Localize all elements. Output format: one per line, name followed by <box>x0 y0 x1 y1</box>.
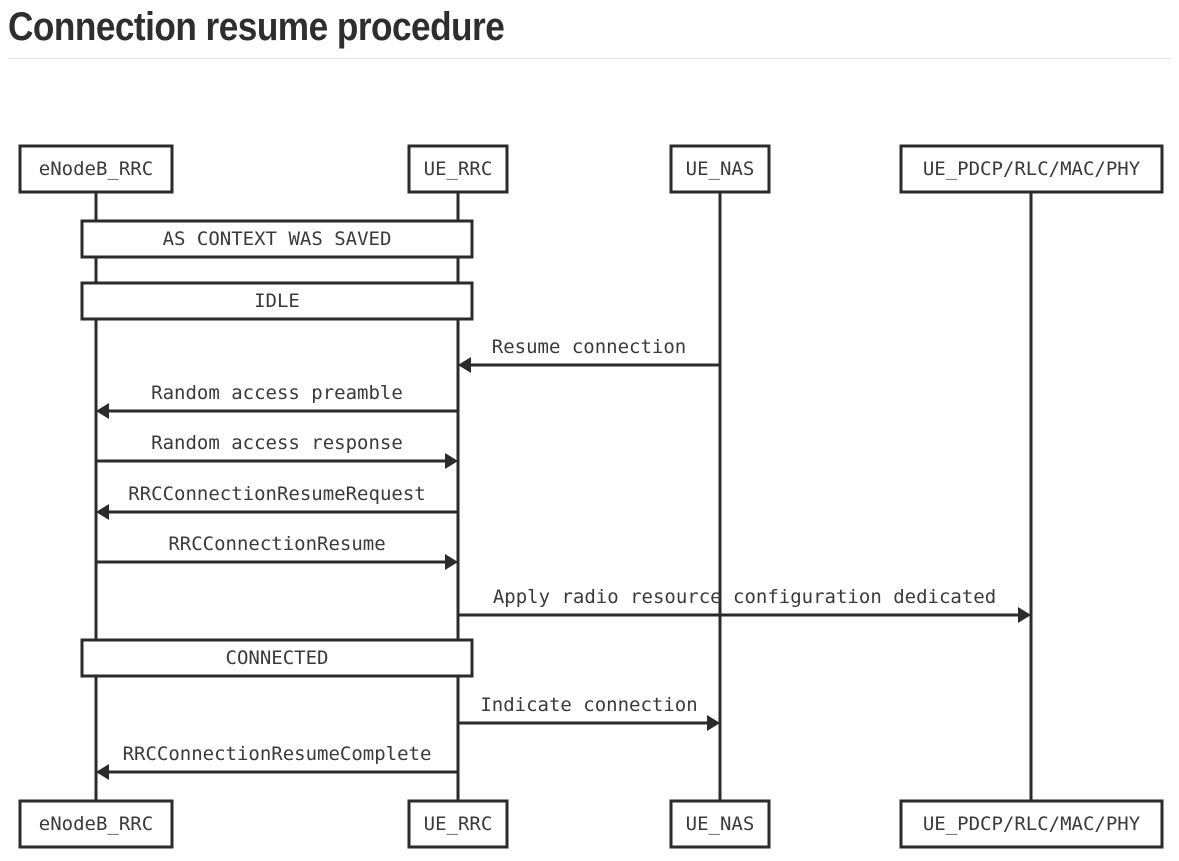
sequence-diagram: AS CONTEXT WAS SAVED IDLE CONNECTED Resume… <box>0 0 1179 861</box>
sequence-diagram-canvas: AS CONTEXT WAS SAVED IDLE CONNECTED Resume… <box>18 144 1164 849</box>
message-arrowhead <box>1018 607 1031 623</box>
message-arrowhead <box>445 554 458 570</box>
message-label: Apply radio resource configuration dedic… <box>493 586 996 608</box>
participant-label-uepdcp-bottom: UE_PDCP/RLC/MAC/PHY <box>923 813 1141 835</box>
message-label: Indicate connection <box>480 694 697 716</box>
state-box-label: CONNECTED <box>226 647 329 669</box>
message-label: RRCConnectionResume <box>168 533 385 555</box>
message-arrowhead <box>707 715 720 731</box>
message-label: RRCConnectionResumeRequest <box>128 483 425 505</box>
message-arrowhead <box>458 357 471 373</box>
message-arrowhead <box>96 403 109 419</box>
message-arrowhead <box>445 453 458 469</box>
message-arrowhead <box>96 504 109 520</box>
message-label: Random access response <box>151 432 403 454</box>
participant-label-uerrc-top: UE_RRC <box>424 158 493 180</box>
participant-label-uerrc-bottom: UE_RRC <box>424 813 493 835</box>
participant-label-uenas-bottom: UE_NAS <box>686 813 755 835</box>
state-box-label: AS CONTEXT WAS SAVED <box>163 228 392 250</box>
message-arrowhead <box>96 764 109 780</box>
participant-label-enb-top: eNodeB_RRC <box>39 158 153 180</box>
message-label: RRCConnectionResumeComplete <box>123 743 432 765</box>
state-box-label: IDLE <box>254 290 300 312</box>
messages-group: Resume connection Random access preamble R… <box>96 336 1031 780</box>
message-label: Resume connection <box>492 336 686 358</box>
participant-label-uepdcp-top: UE_PDCP/RLC/MAC/PHY <box>923 158 1141 180</box>
message-label: Random access preamble <box>151 382 403 404</box>
participant-label-enb-bottom: eNodeB_RRC <box>39 813 153 835</box>
participant-label-uenas-top: UE_NAS <box>686 158 755 180</box>
